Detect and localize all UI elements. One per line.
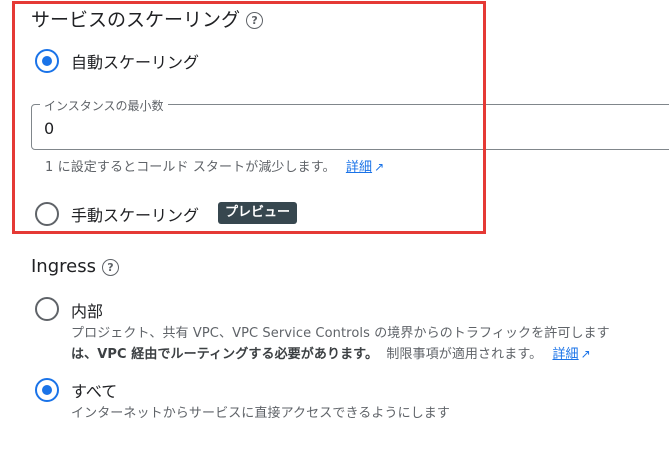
help-circle-icon[interactable]: ? <box>101 258 119 276</box>
help-circle-icon[interactable]: ? <box>246 12 264 29</box>
ingress-all-radio[interactable] <box>35 378 59 402</box>
ingress-internal-desc-line2: は、VPC 経由でルーティングする必要があります。 制限事項が適用されます。 詳… <box>71 343 591 362</box>
scaling-title-text: サービスのスケーリング <box>31 9 241 31</box>
preview-badge: プレビュー <box>218 202 298 224</box>
manual-scaling-label[interactable]: 手動スケーリング <box>71 202 199 226</box>
ingress-internal-desc-bold: は、VPC 経由でルーティングする必要があります。 <box>71 347 379 362</box>
min-instances-hint: 1 に設定するとコールド スタートが減少します。 詳細 ↗ <box>45 156 384 175</box>
auto-scaling-label[interactable]: 自動スケーリング <box>71 49 199 73</box>
ingress-internal-label[interactable]: 内部 <box>71 298 103 322</box>
ingress-internal-desc-rest: 制限事項が適用されます。 <box>386 347 543 362</box>
ingress-section-title: Ingress? <box>31 256 119 277</box>
ingress-all-label[interactable]: すべて <box>71 378 117 402</box>
ingress-internal-radio[interactable] <box>35 297 59 321</box>
open-in-new-icon[interactable]: ↗ <box>581 347 591 361</box>
scaling-section-title: サービスのスケーリング? <box>31 5 264 32</box>
ingress-internal-desc-line1: プロジェクト、共有 VPC、VPC Service Controls の境界から… <box>71 326 610 341</box>
auto-scaling-radio[interactable] <box>35 49 59 73</box>
min-instances-learn-more-link[interactable]: 詳細 <box>346 160 372 175</box>
manual-scaling-radio[interactable] <box>35 202 59 226</box>
open-in-new-icon[interactable]: ↗ <box>374 160 384 174</box>
ingress-all-desc: インターネットからサービスに直接アクセスできるようにします <box>71 406 450 421</box>
ingress-title-text: Ingress <box>31 256 96 277</box>
min-instances-input[interactable] <box>44 119 444 138</box>
min-instances-label: インスタンスの最小数 <box>40 97 168 114</box>
min-instances-hint-text: 1 に設定するとコールド スタートが減少します。 <box>45 160 336 175</box>
ingress-learn-more-link[interactable]: 詳細 <box>552 347 578 362</box>
